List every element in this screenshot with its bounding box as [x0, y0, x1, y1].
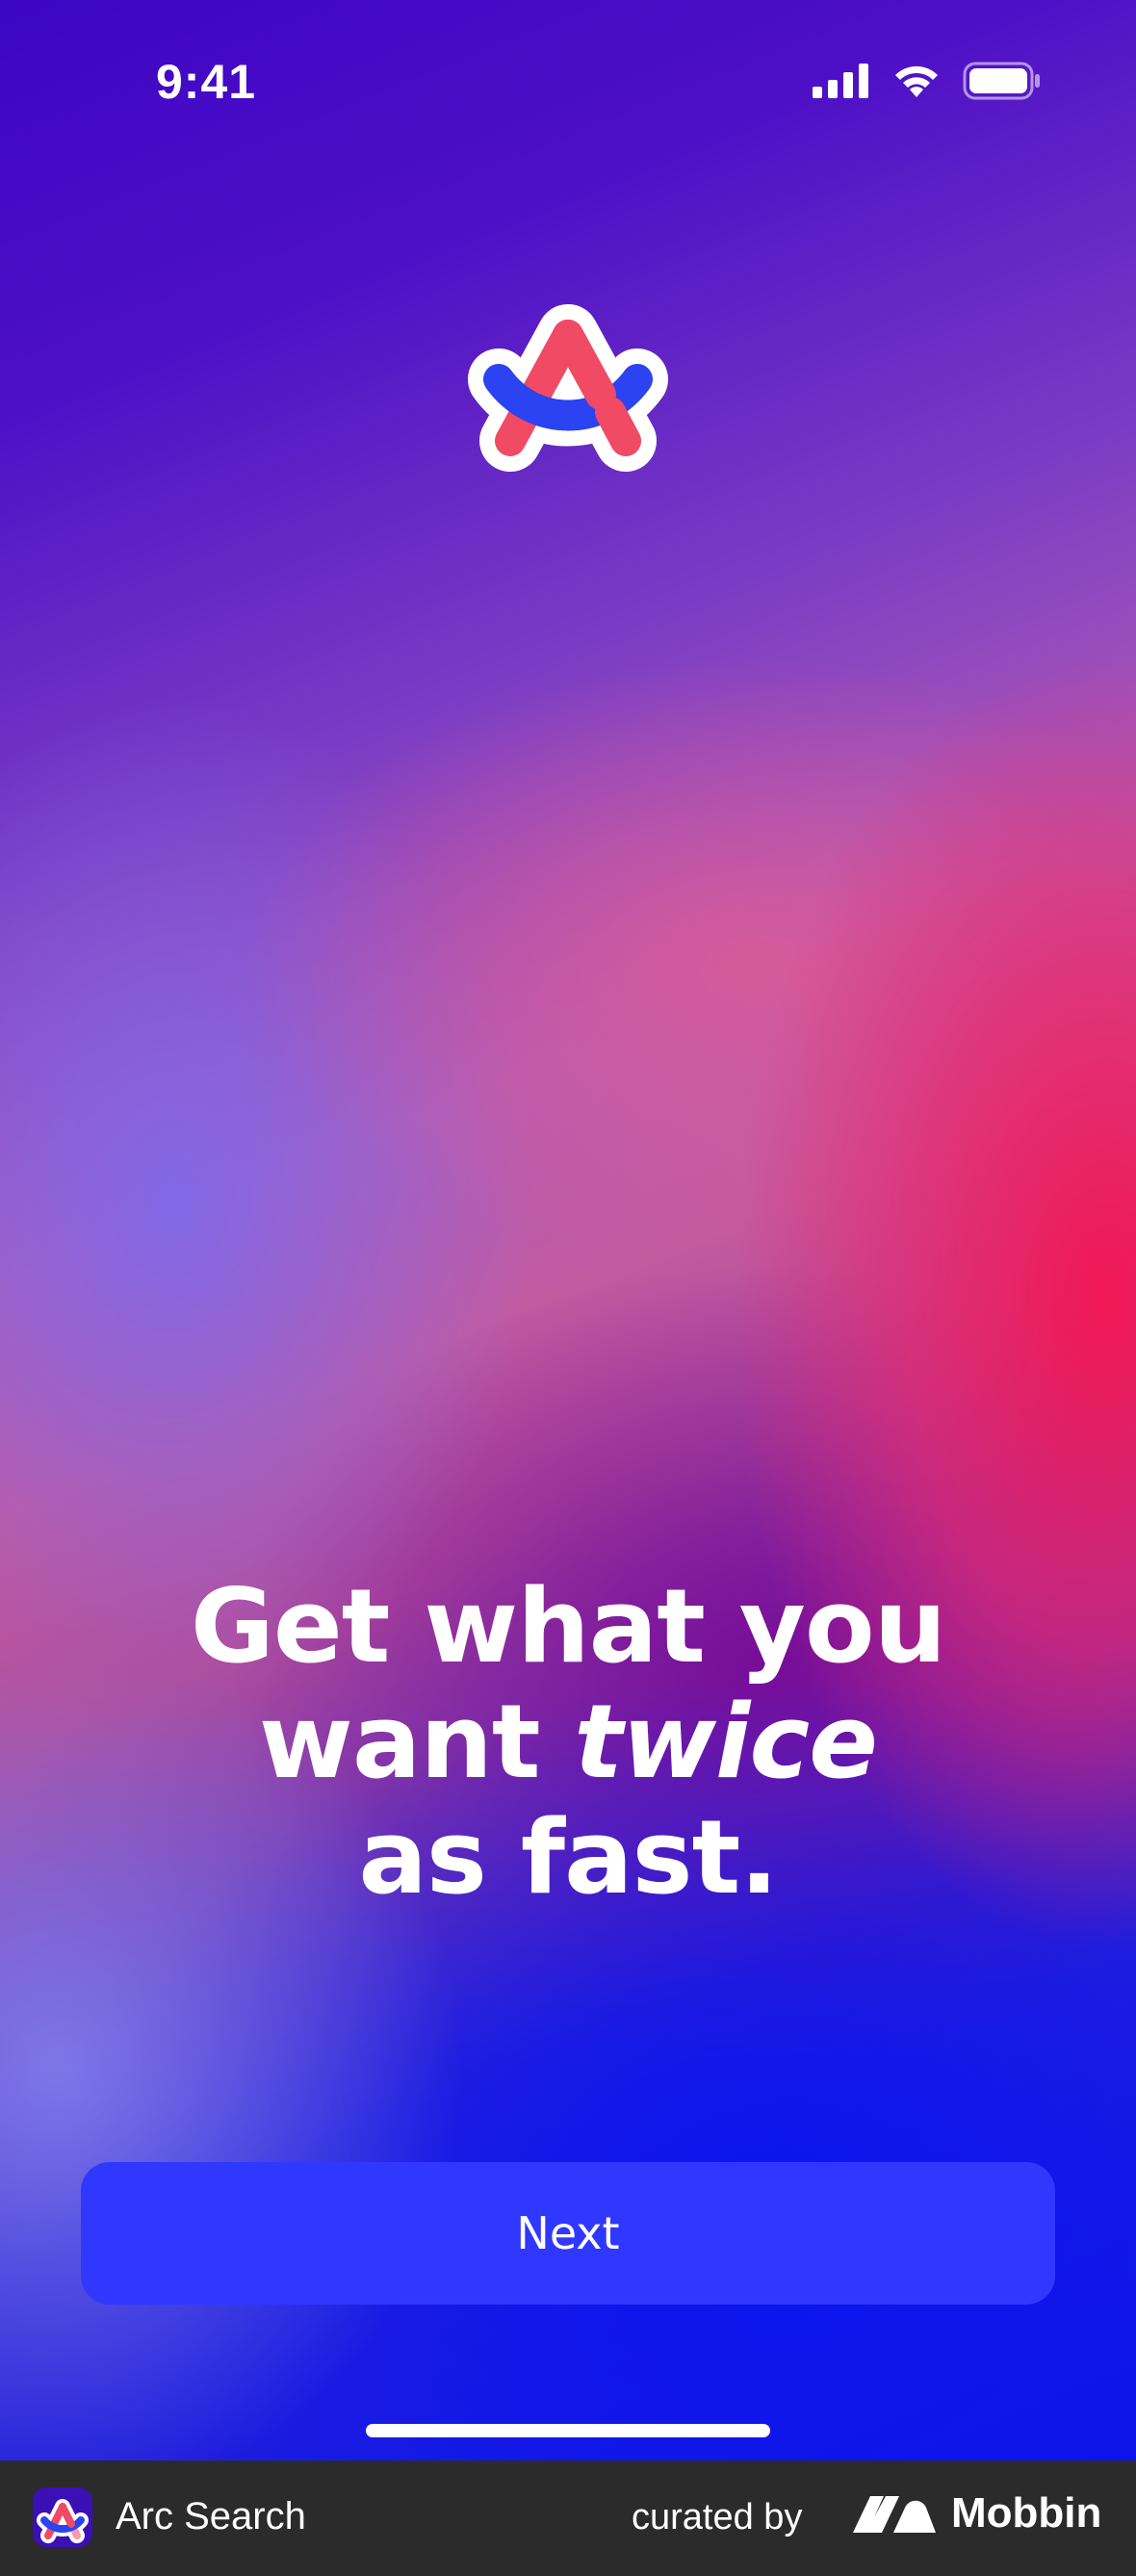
footer-bar: Arc Search curated by Mobbin: [0, 2460, 1136, 2576]
curated-by-label: curated by: [632, 2497, 803, 2537]
headline-line-1: Get what you: [190, 1567, 946, 1686]
mobbin-logo-icon: [853, 2496, 936, 2533]
arc-logo-icon: [468, 304, 668, 472]
arc-logo-icon: [37, 2499, 89, 2543]
onboarding-screen: 9:41 Get what you want twice as fast. Ne…: [0, 0, 1136, 2460]
next-button[interactable]: Next: [81, 2162, 1055, 2305]
headline: Get what you want twice as fast.: [0, 1569, 1136, 1916]
cellular-signal-icon: [813, 64, 868, 98]
status-bar: 9:41: [0, 0, 1136, 164]
brand-name: Mobbin: [951, 2489, 1102, 2537]
status-icons: [813, 62, 1042, 100]
wifi-icon: [895, 65, 938, 97]
mobbin-brand[interactable]: Mobbin: [851, 2489, 1101, 2537]
app-name: Arc Search: [116, 2495, 306, 2537]
headline-line-2: want twice: [0, 1685, 1136, 1800]
headline-emphasis: twice: [574, 1683, 878, 1801]
headline-line-3: as fast.: [358, 1798, 778, 1917]
headline-line-2-prefix: want: [258, 1683, 575, 1801]
status-time: 9:41: [156, 55, 257, 109]
home-indicator[interactable]: [366, 2424, 770, 2437]
app-icon: [33, 2487, 92, 2547]
battery-icon: [963, 62, 1040, 100]
